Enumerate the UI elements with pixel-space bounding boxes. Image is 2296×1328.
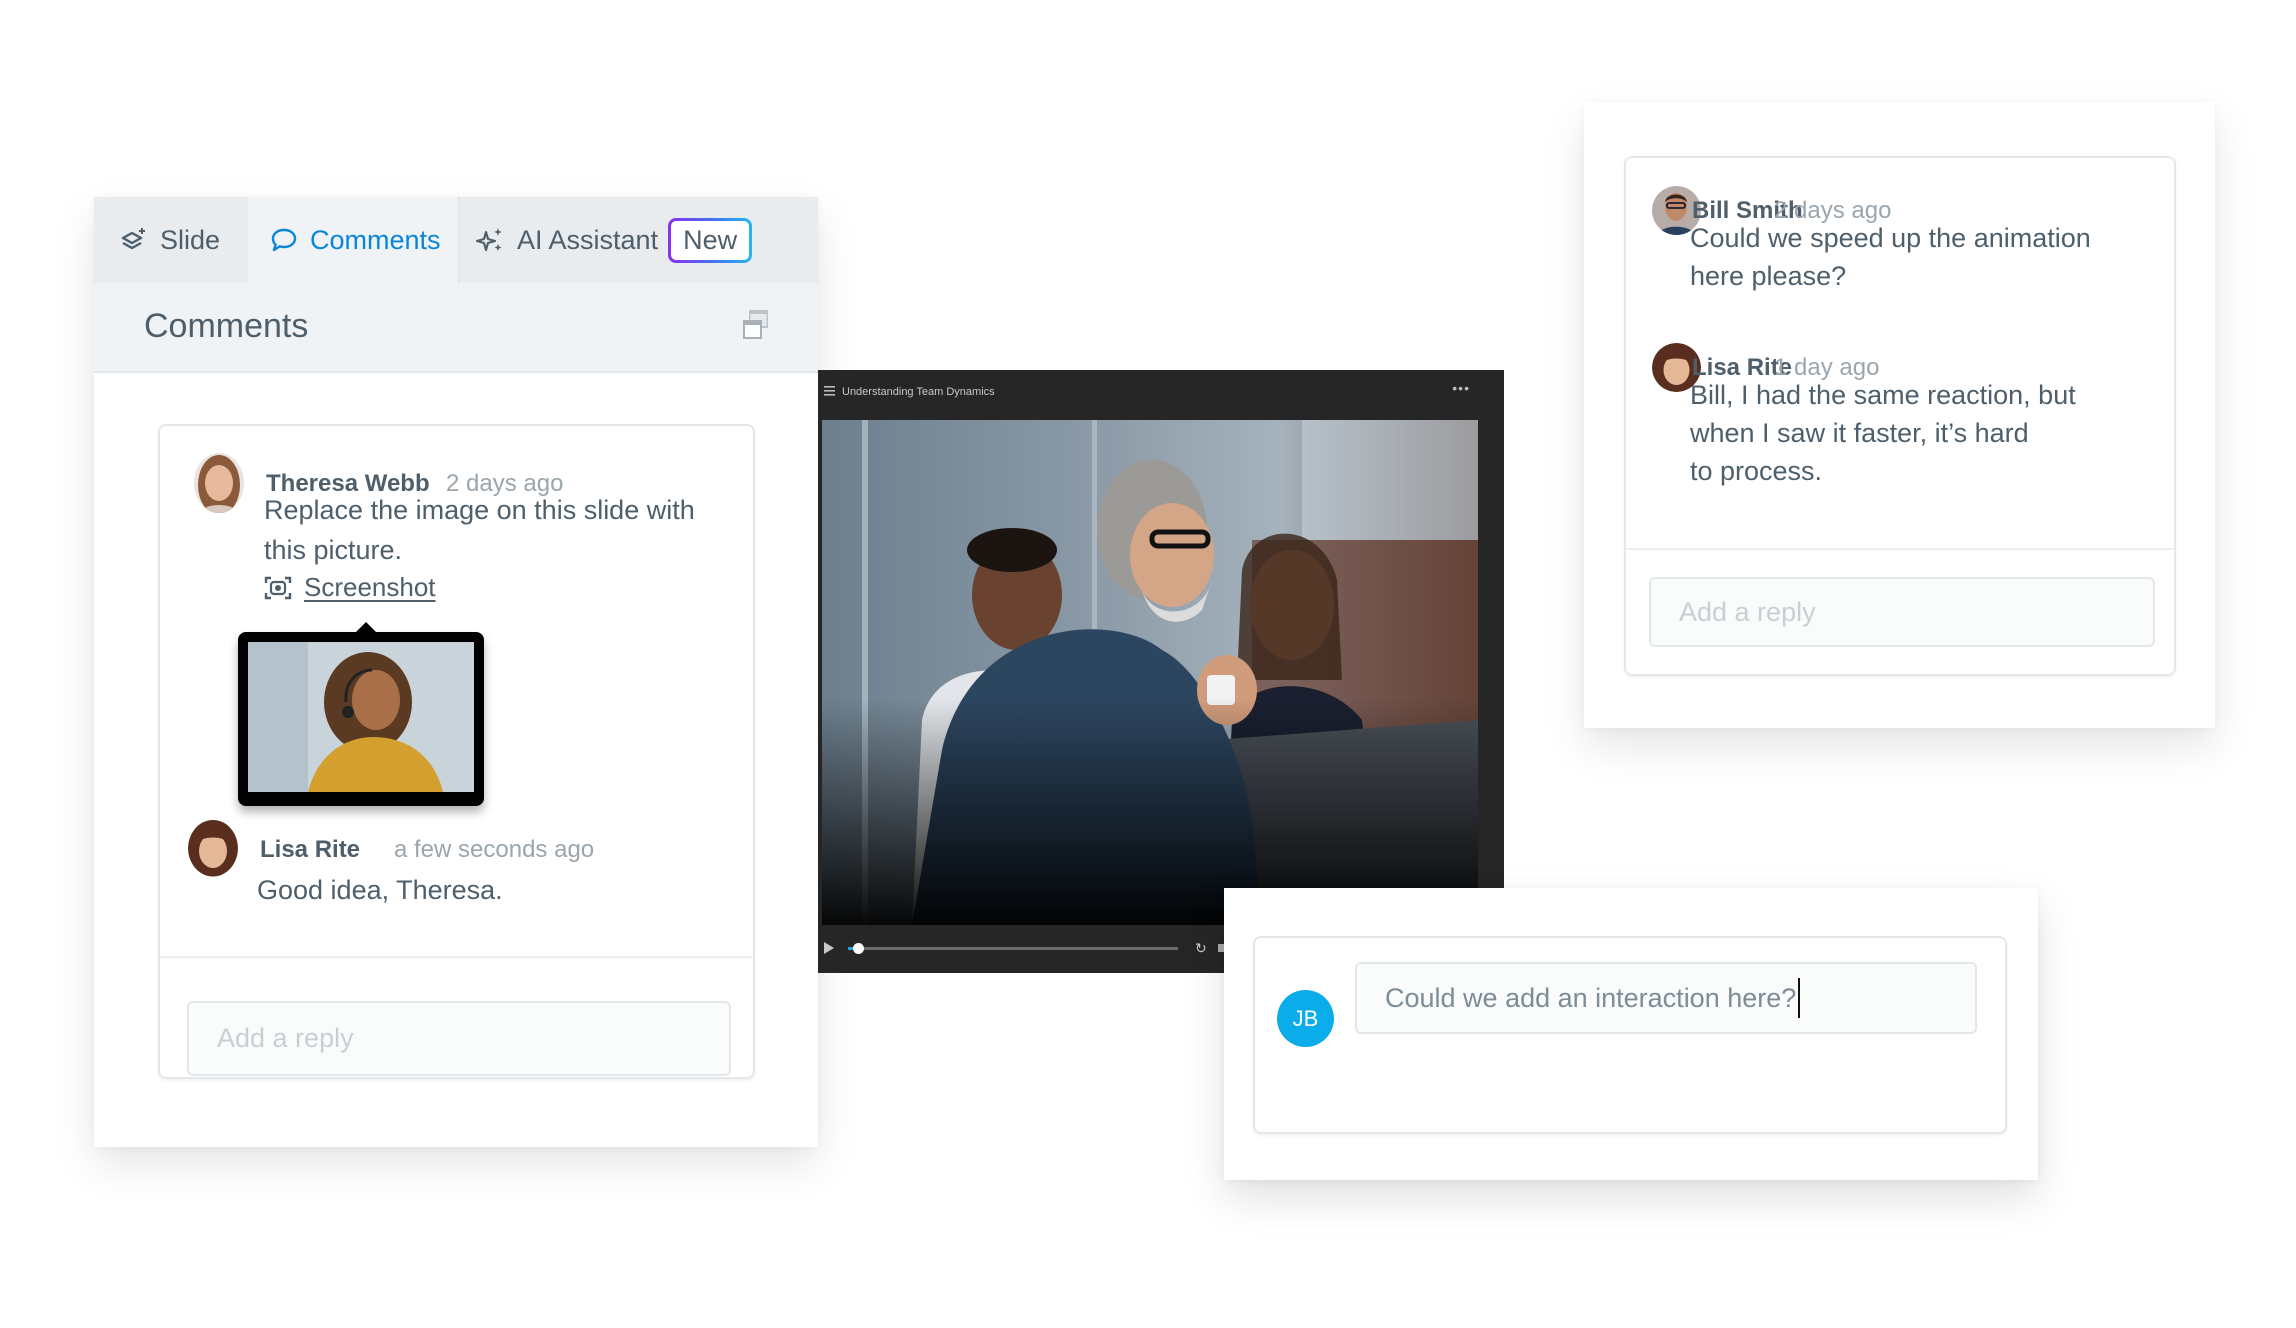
compose-input-text: Could we add an interaction here? xyxy=(1385,982,1797,1013)
screenshot-link-label: Screenshot xyxy=(304,572,436,602)
avatar-theresa-webb xyxy=(194,453,244,513)
screenshot-icon xyxy=(264,576,292,599)
screenshot-preview-popup xyxy=(238,622,484,806)
popout-window-icon[interactable] xyxy=(742,309,770,346)
comment-text-line: Could we speed up the animation xyxy=(1690,223,2091,253)
comment-thread-card: Bill Smith 2 days ago Could we speed up … xyxy=(1624,156,2176,676)
comment-thread-panel: Bill Smith 2 days ago Could we speed up … xyxy=(1584,102,2215,728)
tab-ai-assistant-label: AI Assistant xyxy=(517,224,659,255)
sparkles-icon xyxy=(475,228,502,252)
tab-ai-assistant[interactable]: AI Assistant New xyxy=(458,197,818,283)
text-caret xyxy=(1798,978,1801,1018)
comment-text-line: Bill, I had the same reaction, but xyxy=(1690,380,2076,410)
comment-text: Could we speed up the animation here ple… xyxy=(1690,219,2150,295)
comment-text: Good idea, Theresa. xyxy=(257,875,503,905)
comment-text: Bill, I had the same reaction, but when … xyxy=(1690,376,2150,490)
video-player: Understanding Team Dynamics ••• ↻ xyxy=(818,370,1504,973)
more-horizontal-icon[interactable]: ••• xyxy=(1452,380,1470,396)
video-header: Understanding Team Dynamics ••• xyxy=(818,370,1504,420)
screenshot-attachment-link[interactable]: Screenshot xyxy=(264,572,436,603)
play-icon[interactable] xyxy=(824,942,834,954)
comments-header: Comments xyxy=(94,283,818,373)
comment-text: Replace the image on this slide with thi… xyxy=(264,495,695,565)
comment-text-line: to process. xyxy=(1690,456,1823,486)
progress-thumb[interactable] xyxy=(852,943,864,954)
sidebar-tabs: Slide Comments AI Assistant New xyxy=(94,197,818,283)
reply-input[interactable] xyxy=(187,1001,731,1076)
comment-text-line: here please? xyxy=(1690,261,1847,291)
hamburger-icon[interactable] xyxy=(824,386,836,396)
comment-thread-card: Theresa Webb 2 days ago Replace the imag… xyxy=(158,424,755,1079)
new-comment-panel: JB Could we add an interaction here? xyxy=(1224,888,2038,1180)
comment-time: a few seconds ago xyxy=(394,836,595,863)
comments-sidebar-panel: Slide Comments AI Assistant New Comments xyxy=(94,197,818,1147)
tab-comments-label: Comments xyxy=(310,224,441,255)
panel-title: Comments xyxy=(144,307,309,345)
layers-plus-icon xyxy=(121,228,145,250)
replay-icon[interactable]: ↻ xyxy=(1195,940,1207,957)
video-progress-slider[interactable] xyxy=(848,943,1178,954)
video-title: Understanding Team Dynamics xyxy=(842,386,995,398)
avatar-lisa-rite xyxy=(188,820,238,877)
new-comment-card: JB Could we add an interaction here? xyxy=(1253,936,2007,1134)
user-avatar: JB xyxy=(1277,990,1334,1047)
thread-divider xyxy=(160,956,753,958)
comment-compose-input[interactable]: Could we add an interaction here? xyxy=(1355,962,1977,1034)
tab-slide[interactable]: Slide xyxy=(94,197,248,283)
speech-bubble-icon xyxy=(271,228,297,252)
reply-input[interactable] xyxy=(1649,577,2155,647)
screenshot-preview-image xyxy=(248,642,474,792)
new-badge: New xyxy=(668,218,752,263)
thread-divider xyxy=(1626,548,2174,550)
tab-comments[interactable]: Comments xyxy=(248,197,458,283)
comment-text-line: when I saw it faster, it’s hard xyxy=(1690,418,2029,448)
comment-author: Lisa Rite xyxy=(260,836,361,863)
tab-slide-label: Slide xyxy=(160,224,221,255)
video-frame[interactable] xyxy=(822,420,1478,925)
